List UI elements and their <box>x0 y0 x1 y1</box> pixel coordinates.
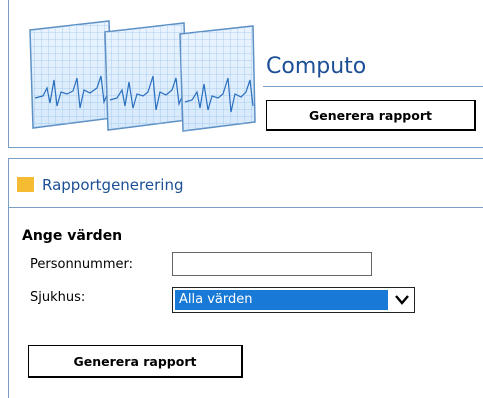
sjukhus-selected-value: Alla värden <box>174 289 389 311</box>
generate-report-button[interactable]: Generera rapport <box>28 345 243 378</box>
monitor-panel-1 <box>29 20 113 129</box>
monitor-panel-2 <box>104 22 188 131</box>
personnummer-label: Personnummer: <box>30 257 133 272</box>
app-title: Computo <box>266 54 367 79</box>
waveform-monitors-icon <box>29 20 256 132</box>
form-heading: Ange värden <box>22 228 123 244</box>
personnummer-input[interactable] <box>172 252 372 276</box>
section-marker-icon <box>17 177 34 192</box>
section-title: Rapportgenerering <box>42 176 184 194</box>
section-divider <box>9 207 483 208</box>
monitor-panel-3 <box>179 25 256 132</box>
sjukhus-select[interactable]: Alla värden <box>172 287 415 313</box>
title-divider <box>263 86 483 87</box>
chevron-down-icon[interactable] <box>392 291 412 309</box>
sjukhus-label: Sjukhus: <box>30 290 86 305</box>
generate-report-button-top[interactable]: Generera rapport <box>266 100 476 131</box>
